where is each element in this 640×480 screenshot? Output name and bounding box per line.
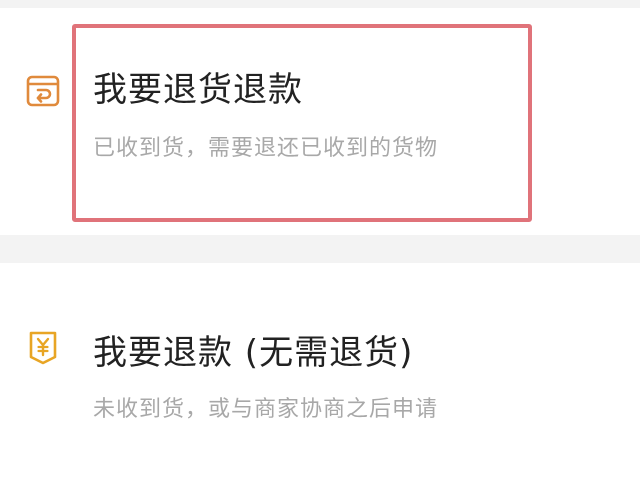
highlight-box: [72, 24, 532, 222]
option-title: 我要退款 (无需退货): [93, 333, 414, 373]
refund-type-selection-page: 我要退货退款 已收到货，需要退还已收到的货物 我要退款 (无需退货) 未收到货，…: [0, 0, 640, 480]
option-refund-only[interactable]: 我要退款 (无需退货) 未收到货，或与商家协商之后申请: [0, 263, 640, 480]
yuan-refund-icon: [24, 329, 62, 367]
top-separator: [0, 0, 640, 8]
option-return-and-refund[interactable]: 我要退货退款 已收到货，需要退还已收到的货物: [0, 8, 640, 235]
option-description: 未收到货，或与商家协商之后申请: [93, 397, 439, 422]
return-box-icon: [24, 72, 62, 110]
section-divider: [0, 235, 640, 263]
